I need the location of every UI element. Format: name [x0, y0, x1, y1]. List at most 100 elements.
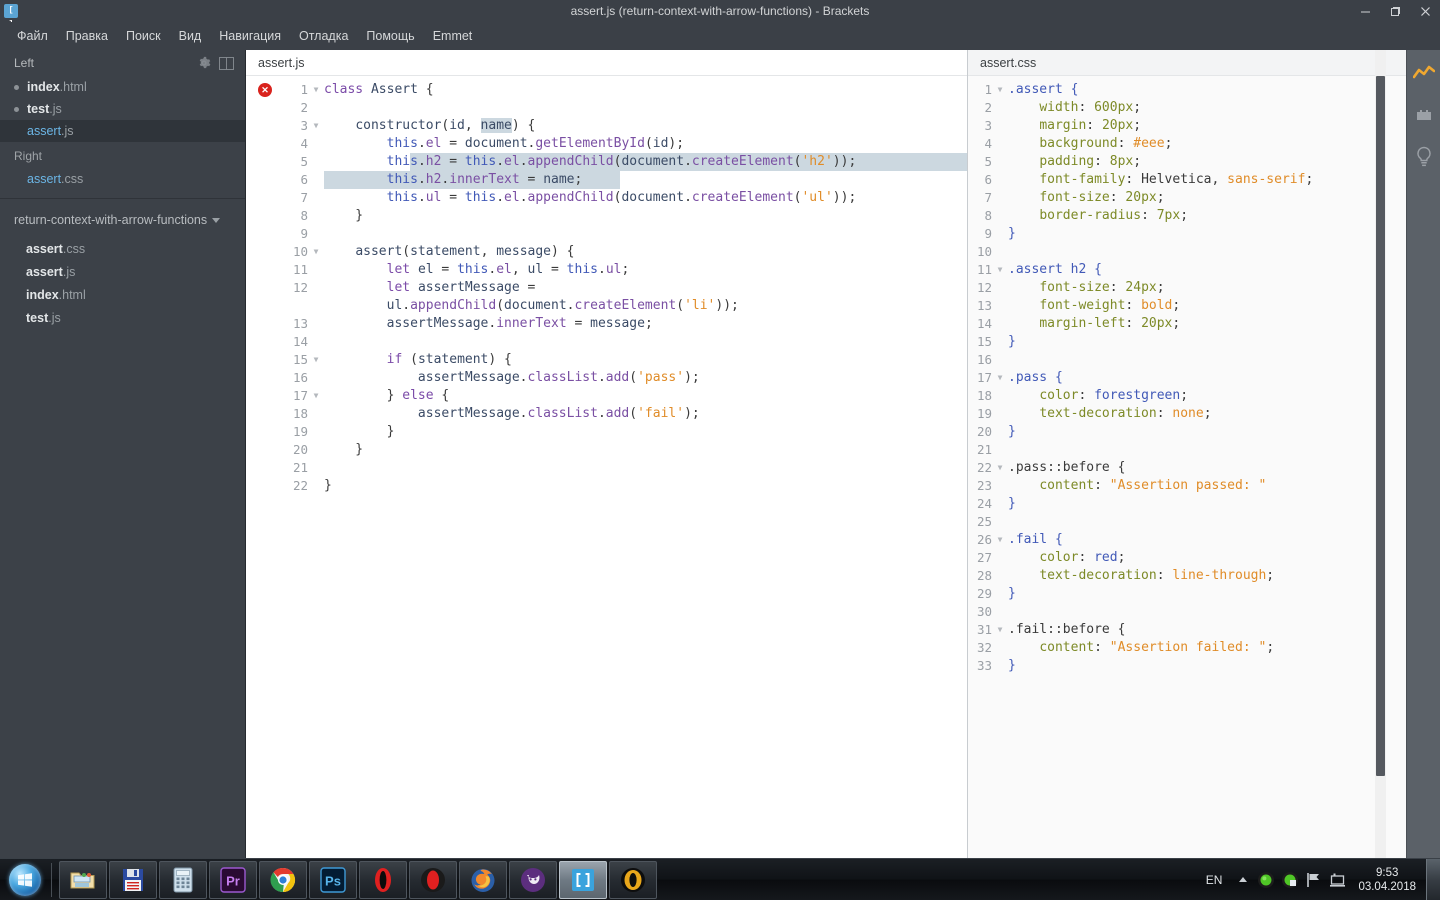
close-button[interactable]	[1410, 0, 1440, 22]
code-line[interactable]: 16 assertMessage.classList.add('pass');	[246, 369, 967, 387]
code-line[interactable]: 20 }	[246, 441, 967, 459]
fold-toggle-icon[interactable]: ▼	[308, 351, 324, 369]
working-file-assert-css[interactable]: assert .css	[0, 168, 245, 190]
taskbar-file-explorer-icon[interactable]	[59, 860, 107, 899]
code-line[interactable]: 14 margin-left: 20px;	[968, 315, 1420, 333]
fold-toggle-icon[interactable]: ▼	[992, 369, 1008, 387]
editor-scrollbar[interactable]	[1375, 50, 1386, 858]
taskbar-opera-gold-icon[interactable]	[609, 860, 657, 899]
windows-start-orb-icon[interactable]	[2, 861, 48, 899]
code-line[interactable]: 11 ▼ .assert h2 {	[968, 261, 1420, 279]
code-line[interactable]: 27 color: red;	[968, 549, 1420, 567]
code-line[interactable]: 5 padding: 8px;	[968, 153, 1420, 171]
menu-navigate[interactable]: Навигация	[210, 25, 290, 47]
code-line[interactable]: 4 background: #eee;	[968, 135, 1420, 153]
minimize-button[interactable]	[1350, 0, 1380, 22]
nvidia-settings-icon[interactable]	[1278, 859, 1302, 900]
maximize-button[interactable]	[1380, 0, 1410, 22]
code-line[interactable]: 16	[968, 351, 1420, 369]
taskbar-opera-dark-icon[interactable]	[409, 860, 457, 899]
code-line[interactable]: ul.appendChild(document.createElement('l…	[246, 297, 967, 315]
network-flag-icon[interactable]	[1302, 859, 1326, 900]
taskbar-calculator-icon[interactable]	[159, 860, 207, 899]
code-line[interactable]: 2 width: 600px;	[968, 99, 1420, 117]
taskbar-brackets-icon[interactable]	[559, 860, 607, 899]
code-line[interactable]: 17 ▼ } else {	[246, 387, 967, 405]
code-line[interactable]: 18 color: forestgreen;	[968, 387, 1420, 405]
menu-view[interactable]: Вид	[170, 25, 211, 47]
code-line[interactable]: 7 this.ul = this.el.appendChild(document…	[246, 189, 967, 207]
working-file-test-js[interactable]: test .js	[0, 98, 245, 120]
code-line[interactable]: 13 assertMessage.innerText = message;	[246, 315, 967, 333]
code-line[interactable]: 3 ▼ constructor(id, name) {	[246, 117, 967, 135]
fold-toggle-icon[interactable]: ▼	[992, 81, 1008, 99]
menu-emmet[interactable]: Emmet	[424, 25, 482, 47]
code-line[interactable]: 21	[246, 459, 967, 477]
code-line[interactable]: 9	[246, 225, 967, 243]
working-file-assert-js[interactable]: assert .js	[0, 120, 245, 142]
show-desktop-button[interactable]	[1426, 858, 1440, 900]
code-line[interactable]: 1 ▼ .assert {	[968, 81, 1420, 99]
taskbar-chrome-icon[interactable]	[259, 860, 307, 899]
menu-debug[interactable]: Отладка	[290, 25, 357, 47]
code-line[interactable]: 30	[968, 603, 1420, 621]
code-line[interactable]: 3 margin: 20px;	[968, 117, 1420, 135]
code-line[interactable]: ✕ 1 ▼ class Assert {	[246, 81, 967, 99]
editor-tab-assert-css[interactable]: assert.css	[968, 50, 1420, 76]
code-line[interactable]: 19 }	[246, 423, 967, 441]
fold-toggle-icon[interactable]: ▼	[992, 621, 1008, 639]
code-line[interactable]: 6 this.h2.innerText = name;	[246, 171, 967, 189]
code-line[interactable]: 22}	[246, 477, 967, 495]
code-line[interactable]: 9}	[968, 225, 1420, 243]
fold-toggle-icon[interactable]: ▼	[308, 387, 324, 405]
code-line[interactable]: 8 }	[246, 207, 967, 225]
menu-find[interactable]: Поиск	[117, 25, 170, 47]
extension-manager-icon[interactable]	[1411, 102, 1437, 128]
code-line[interactable]: 4 this.el = document.getElementById(id);	[246, 135, 967, 153]
code-line[interactable]: 14	[246, 333, 967, 351]
fold-toggle-icon[interactable]: ▼	[992, 531, 1008, 549]
code-line[interactable]: 7 font-size: 20px;	[968, 189, 1420, 207]
code-line[interactable]: 18 assertMessage.classList.add('fail');	[246, 405, 967, 423]
code-line[interactable]: 8 border-radius: 7px;	[968, 207, 1420, 225]
code-line[interactable]: 22 ▼ .pass::before {	[968, 459, 1420, 477]
fold-toggle-icon[interactable]: ▼	[992, 459, 1008, 477]
gear-icon[interactable]	[193, 52, 215, 74]
editor-tab-assert-js[interactable]: assert.js	[246, 50, 967, 76]
project-header[interactable]: return-context-with-arrow-functions	[0, 199, 245, 237]
code-line[interactable]: 5 this.h2 = this.el.appendChild(document…	[246, 153, 967, 171]
fold-toggle-icon[interactable]: ▼	[308, 117, 324, 135]
error-badge[interactable]: ✕	[258, 83, 272, 97]
taskbar-firefox-icon[interactable]	[459, 860, 507, 899]
code-line[interactable]: 20}	[968, 423, 1420, 441]
working-file-index-html[interactable]: index .html	[0, 76, 245, 98]
tree-item-assert-css[interactable]: assert .css	[0, 237, 245, 260]
code-line[interactable]: 12 font-size: 24px;	[968, 279, 1420, 297]
code-line[interactable]: 33}	[968, 657, 1420, 675]
scrollbar-thumb[interactable]	[1376, 76, 1385, 776]
lightbulb-icon[interactable]	[1411, 144, 1437, 170]
fold-toggle-icon[interactable]: ▼	[992, 261, 1008, 279]
fold-toggle-icon[interactable]: ▼	[308, 81, 324, 99]
code-line[interactable]: 10	[968, 243, 1420, 261]
fold-toggle-icon[interactable]: ▼	[308, 243, 324, 261]
taskbar-premiere-pro-icon[interactable]: Pr	[209, 860, 257, 899]
tray-clock[interactable]: 9:53 03.04.2018	[1350, 866, 1426, 894]
code-line[interactable]: 11 let el = this.el, ul = this.ul;	[246, 261, 967, 279]
code-line[interactable]: 10 ▼ assert(statement, message) {	[246, 243, 967, 261]
tray-language-indicator[interactable]: EN	[1196, 873, 1233, 887]
code-line[interactable]: 31 ▼ .fail::before {	[968, 621, 1420, 639]
code-line[interactable]: 28 text-decoration: line-through;	[968, 567, 1420, 585]
split-view-icon[interactable]	[215, 52, 237, 74]
code-line[interactable]: 17 ▼ .pass {	[968, 369, 1420, 387]
menu-edit[interactable]: Правка	[57, 25, 117, 47]
taskbar-waterfox-icon[interactable]	[509, 860, 557, 899]
code-editor-css[interactable]: 1 ▼ .assert {2 width: 600px; 3 margin: 20px…	[968, 76, 1420, 858]
live-preview-icon[interactable]	[1411, 60, 1437, 86]
code-line[interactable]: 13 font-weight: bold;	[968, 297, 1420, 315]
tree-item-assert-js[interactable]: assert .js	[0, 260, 245, 283]
code-line[interactable]: 23 content: "Assertion passed: "	[968, 477, 1420, 495]
menu-help[interactable]: Помощь	[357, 25, 423, 47]
code-line[interactable]: 21	[968, 441, 1420, 459]
nvidia-green-icon[interactable]	[1254, 859, 1278, 900]
